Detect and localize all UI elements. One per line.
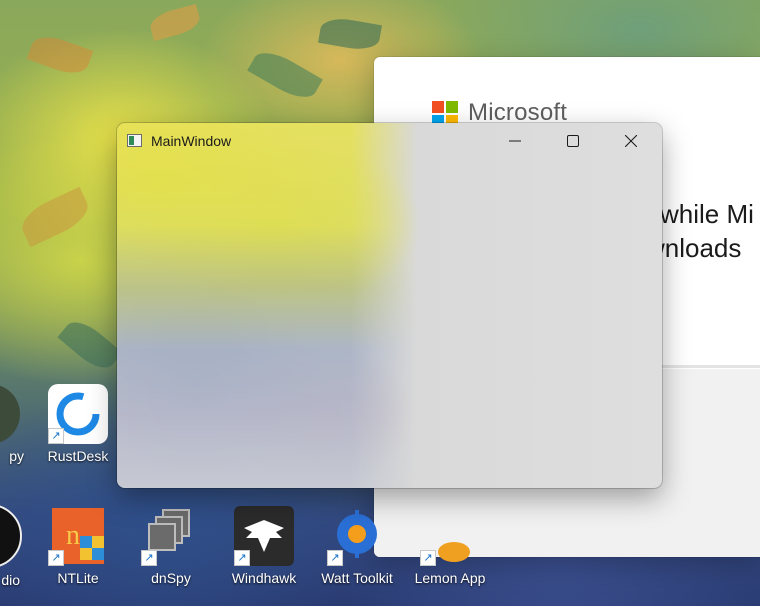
maximize-button[interactable] <box>544 123 602 159</box>
shortcut-arrow-icon: ↗ <box>234 550 250 566</box>
shortcut-arrow-icon: ↗ <box>48 428 64 444</box>
title-bar[interactable]: MainWindow <box>117 123 662 159</box>
close-button[interactable] <box>602 123 660 159</box>
rustdesk-icon: ↗ <box>48 384 108 444</box>
window-app-icon <box>127 134 142 147</box>
desktop-icon-rustdesk[interactable]: ↗ RustDesk <box>38 384 118 464</box>
window-title: MainWindow <box>151 133 232 149</box>
shortcut-arrow-icon: ↗ <box>420 550 436 566</box>
desktop-icon-label: Windhawk <box>231 570 297 586</box>
minimize-icon <box>509 140 521 142</box>
desktop-icon-label: dio <box>1 572 20 588</box>
desktop-icon-partial-py[interactable]: py <box>0 384 30 464</box>
close-icon <box>625 135 637 147</box>
desktop-icon-windhawk[interactable]: ↗ Windhawk <box>224 506 304 586</box>
installer-message-line1: while Mi <box>660 199 754 229</box>
desktop-icon-watt-toolkit[interactable]: ↗ Watt Toolkit <box>317 506 397 586</box>
desktop-icon-label: Lemon App <box>414 570 486 586</box>
maximize-icon <box>567 135 579 147</box>
ntlite-icon: n ↗ <box>48 506 108 566</box>
desktop-icon-label: RustDesk <box>47 448 109 464</box>
svg-text:n: n <box>66 520 80 551</box>
minimize-button[interactable] <box>486 123 544 159</box>
desktop-icon-label: Watt Toolkit <box>321 570 393 586</box>
desktop-icon-dnspy[interactable]: ↗ dnSpy <box>131 506 211 586</box>
desktop-icon-lemon-app[interactable]: ↗ Lemon App <box>410 506 490 586</box>
shortcut-arrow-icon: ↗ <box>48 550 64 566</box>
watt-toolkit-icon: ↗ <box>327 506 387 566</box>
desktop-icon-partial-dio[interactable]: dio <box>0 504 30 588</box>
shortcut-arrow-icon: ↗ <box>327 550 343 566</box>
lemon-app-icon: ↗ <box>420 506 480 566</box>
desktop-icon-label: dnSpy <box>151 570 191 586</box>
shortcut-arrow-icon: ↗ <box>141 550 157 566</box>
dnspy-icon: ↗ <box>141 506 201 566</box>
windhawk-icon: ↗ <box>234 506 294 566</box>
main-window[interactable]: MainWindow <box>117 123 662 488</box>
desktop-icon-ntlite[interactable]: n ↗ NTLite <box>38 506 118 586</box>
desktop-icon-label: NTLite <box>57 570 99 586</box>
desktop-icon-label: py <box>9 448 24 464</box>
